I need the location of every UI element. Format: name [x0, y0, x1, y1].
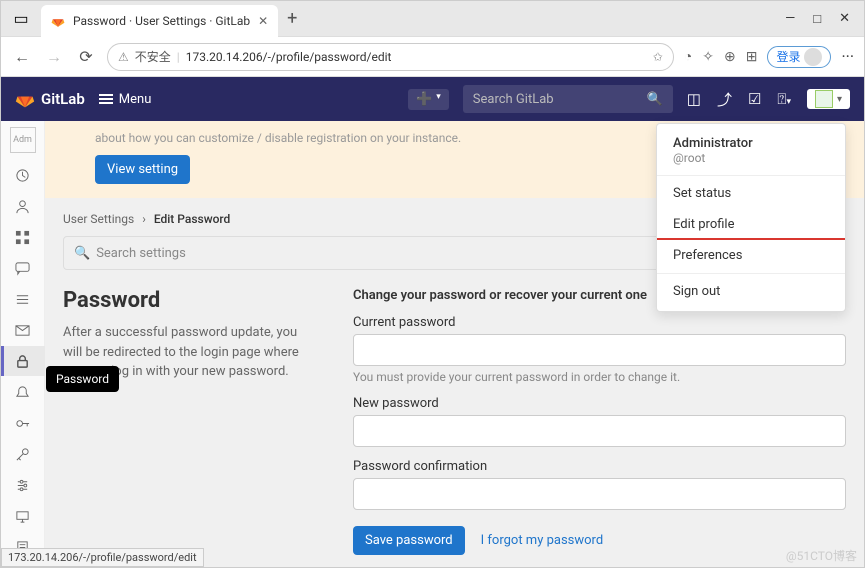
- help-icon[interactable]: ⍰▾: [777, 90, 791, 108]
- dropdown-user-handle: @root: [673, 151, 829, 165]
- browser-status-bar: 173.20.14.206/-/profile/password/edit: [1, 548, 204, 567]
- hamburger-icon: [99, 92, 113, 106]
- user-menu-button[interactable]: ▾: [807, 89, 850, 109]
- user-dropdown-menu: Administrator @root Set status Edit prof…: [656, 123, 846, 312]
- gitlab-topbar: GitLab Menu ➕▾ Search GitLab 🔍 ◫ ⤴ ☑ ⍰▾ …: [1, 77, 864, 121]
- sidebar-item-account[interactable]: [1, 191, 45, 221]
- left-sidebar: Adm: [1, 121, 45, 567]
- window-maximize-button[interactable]: □: [813, 11, 821, 27]
- dropdown-user-name: Administrator: [673, 136, 829, 151]
- gitlab-search-input[interactable]: Search GitLab 🔍: [463, 85, 673, 113]
- avatar-icon: [804, 48, 822, 66]
- current-password-label: Current password: [353, 315, 846, 330]
- sidebar-item-applications[interactable]: [1, 222, 45, 252]
- breadcrumb-current: Edit Password: [154, 212, 231, 226]
- sidebar-item-ssh-keys[interactable]: [1, 408, 45, 438]
- window-list-icon[interactable]: ▭: [1, 9, 41, 28]
- address-bar: ← → ⟳ ⚠ 不安全 | 173.20.14.206/-/profile/pa…: [1, 37, 864, 77]
- breadcrumb-separator: ›: [142, 212, 146, 226]
- insecure-icon: ⚠: [118, 50, 129, 64]
- browser-menu-button[interactable]: ···: [841, 47, 854, 66]
- new-tab-button[interactable]: +: [278, 8, 306, 29]
- refresh-button[interactable]: ⟳: [75, 47, 97, 66]
- browser-login-button[interactable]: 登录: [767, 46, 831, 68]
- ext-icon-1[interactable]: ◔: [684, 48, 692, 65]
- forgot-password-link[interactable]: I forgot my password: [481, 533, 604, 548]
- menu-button[interactable]: Menu: [99, 92, 152, 107]
- search-icon: 🔍: [74, 246, 90, 261]
- search-settings-placeholder: Search settings: [96, 246, 186, 261]
- search-placeholder: Search GitLab: [473, 92, 554, 107]
- dropdown-edit-profile[interactable]: Edit profile: [657, 209, 845, 240]
- sidebar-item-notifications[interactable]: [1, 377, 45, 407]
- browser-tab-bar: ▭ Password · User Settings · GitLab ✕ + …: [1, 1, 864, 37]
- save-password-button[interactable]: Save password: [353, 526, 465, 555]
- ext-icon-2[interactable]: ⊕: [724, 49, 736, 65]
- url-field[interactable]: ⚠ 不安全 | 173.20.14.206/-/profile/password…: [107, 43, 674, 71]
- window-minimize-button[interactable]: —: [785, 11, 795, 27]
- chevron-down-icon: ▾: [837, 94, 842, 105]
- chevron-down-icon: ▾: [436, 92, 441, 107]
- browser-tab[interactable]: Password · User Settings · GitLab ✕: [41, 5, 278, 37]
- back-button[interactable]: ←: [11, 47, 33, 67]
- gitlab-brand[interactable]: GitLab: [15, 89, 85, 109]
- sidebar-item-gpg-keys[interactable]: [1, 439, 45, 469]
- todos-icon[interactable]: ☑: [748, 90, 761, 108]
- create-new-button[interactable]: ➕▾: [408, 89, 449, 110]
- issues-icon[interactable]: ◫: [687, 90, 701, 108]
- gitlab-logo-icon: [15, 89, 35, 109]
- view-setting-button[interactable]: View setting: [95, 155, 190, 184]
- sidebar-item-preferences[interactable]: [1, 470, 45, 500]
- dropdown-sign-out[interactable]: Sign out: [657, 276, 845, 307]
- merge-requests-icon[interactable]: ⤴: [717, 89, 732, 110]
- dropdown-set-status[interactable]: Set status: [657, 178, 845, 209]
- sidebar-tooltip: Password: [46, 366, 119, 392]
- window-close-button[interactable]: ✕: [839, 11, 850, 27]
- sidebar-item-emails[interactable]: [1, 315, 45, 345]
- user-avatar-icon: [815, 90, 833, 108]
- sidebar-avatar[interactable]: Adm: [10, 127, 36, 153]
- sidebar-item-chat[interactable]: [1, 253, 45, 283]
- close-tab-icon[interactable]: ✕: [258, 14, 268, 28]
- plus-icon: ➕: [416, 92, 432, 107]
- sidebar-item-access-tokens[interactable]: [1, 284, 45, 314]
- favorite-icon[interactable]: ✩: [653, 50, 663, 64]
- forward-button[interactable]: →: [43, 47, 65, 67]
- current-password-input[interactable]: [353, 334, 846, 366]
- tab-title: Password · User Settings · GitLab: [73, 14, 250, 28]
- breadcrumb-root[interactable]: User Settings: [63, 212, 134, 226]
- current-password-hint: You must provide your current password i…: [353, 370, 846, 384]
- confirm-password-input[interactable]: [353, 478, 846, 510]
- sidebar-item-active-sessions[interactable]: [1, 501, 45, 531]
- new-password-label: New password: [353, 396, 846, 411]
- sidebar-item-activity[interactable]: [1, 160, 45, 190]
- url-text: 173.20.14.206/-/profile/password/edit: [186, 50, 392, 64]
- watermark: @51CTO博客: [786, 547, 857, 564]
- search-icon: 🔍: [647, 92, 663, 107]
- sidebar-item-password[interactable]: [1, 346, 45, 376]
- new-password-input[interactable]: [353, 415, 846, 447]
- extensions-icon[interactable]: ✧: [702, 49, 714, 65]
- dropdown-preferences[interactable]: Preferences: [657, 240, 845, 271]
- insecure-label: 不安全: [135, 48, 171, 65]
- page-title: Password: [63, 288, 313, 313]
- collections-icon[interactable]: ⊞: [746, 49, 758, 65]
- confirm-password-label: Password confirmation: [353, 459, 846, 474]
- gitlab-favicon-icon: [51, 14, 65, 28]
